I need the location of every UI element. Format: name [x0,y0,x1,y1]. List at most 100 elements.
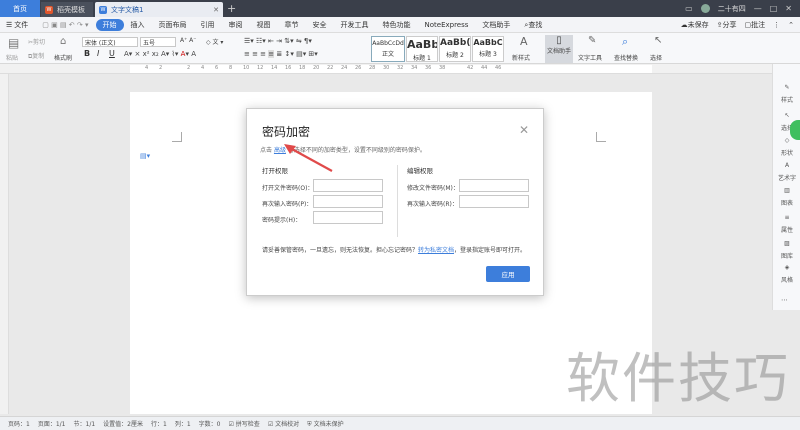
style-heading-2[interactable]: AaBb( 标题 2 [439,36,471,62]
font-name-select[interactable]: 宋体 (正文) [82,37,138,47]
menu-file[interactable]: ☰ 文件 [0,20,35,30]
apply-button[interactable]: 应用 [486,266,530,282]
new-tab-icon[interactable]: + [227,2,236,15]
menu-insert[interactable]: 插入 [124,20,152,30]
ruler-tick-label: 20 [313,65,320,71]
comment-button[interactable]: ▢批注 [745,20,766,30]
sidebar-item-shape[interactable]: ◇ 形状 [773,137,800,157]
ruler-tick-label: 42 [467,65,474,71]
ruler-tick-label: 22 [327,65,334,71]
menu-doc-helper[interactable]: 文档助手 [475,20,517,30]
font-size-value: 五号 [143,39,156,47]
sidebar-item-properties[interactable]: ≡ 属性 [773,214,800,234]
close-tab-icon[interactable]: ✕ [213,6,219,14]
tab-docer-templates[interactable]: W 稻壳模板 [41,2,93,17]
hint-prefix: 点击 [260,147,273,154]
ruler-tick-label: 2 [159,65,163,71]
menu-references[interactable]: 引用 [194,20,222,30]
menu-view[interactable]: 视图 [250,20,278,30]
edit-password-confirm-input[interactable] [459,195,529,208]
share-button[interactable]: ⇪分享 [717,20,737,30]
text-tools-button[interactable]: 文字工具 [578,53,602,62]
sidebar-item-wordart[interactable]: A 艺术字 [773,162,800,182]
assistant-bubble[interactable] [790,120,800,140]
underline-button[interactable]: U [109,49,115,58]
tab-label: 文字文稿1 [111,5,144,14]
cut-button[interactable]: ✂剪切 [28,37,45,46]
page-corner [172,132,182,142]
user-name[interactable]: 二十有四 [718,4,746,14]
minimize-icon[interactable]: — [754,4,762,13]
collapse-icon[interactable]: ⌃ [788,21,794,29]
text-tools-icon[interactable]: ✎ [588,35,596,46]
ruler-tick-label: 6 [215,65,219,71]
open-password-confirm-input[interactable] [313,195,383,208]
menu-chapter[interactable]: 章节 [278,20,306,30]
private-doc-link[interactable]: 转为私密文档 [418,247,454,254]
edit-password-input[interactable] [459,179,529,192]
menu-features[interactable]: 特色功能 [376,20,418,30]
unsaved-label: 未保存 [687,21,709,29]
sidebar-item-chart[interactable]: ▥ 图表 [773,187,800,207]
sidebar-item-styles[interactable]: ✎ 样式 [773,84,800,104]
open-password-input[interactable] [313,179,383,192]
spell-check-button[interactable]: ☑ 拼写检查 [228,419,259,428]
style-heading-3[interactable]: AaBbC 标题 3 [472,36,504,62]
paste-button[interactable]: 粘贴 [6,53,18,62]
menu-noteexpress[interactable]: NoteExpress [418,21,476,29]
text-effects-icons[interactable]: A▾ × x² x₂ A▾ ⌇▾ A▾ A [124,50,196,58]
unsaved-status[interactable]: ☁未保存 [681,20,709,30]
maximize-icon[interactable]: □ [770,4,778,13]
quick-access-icons[interactable]: ▢ ▣ ▤ ↶ ↷ ▾ [35,21,95,29]
clear-format-icon[interactable]: ◇ 文 ▾ [206,37,223,46]
font-grow-icon[interactable]: A⁺ A⁻ [180,37,196,44]
format-painter-icon[interactable]: ⌂ [60,36,66,47]
menu-security[interactable]: 安全 [306,20,334,30]
list-icons[interactable]: ☰▾ ☷▾ ⇤ ⇥ ⇅▾ ⇋ ¶▾ [244,37,312,45]
password-hint-input[interactable] [313,211,383,224]
find-replace-button[interactable]: 查找替换 [614,53,638,62]
wordart-icon: A [784,162,790,169]
avatar[interactable] [700,4,710,13]
format-painter-button[interactable]: 格式刷 [54,53,72,62]
find-replace-icon[interactable]: ⌕ [622,35,628,49]
select-icon[interactable]: ↖ [654,35,662,46]
sidebar-item-gallery[interactable]: ▨ 图库 [773,240,800,260]
sidebar-item-theme[interactable]: ◈ 风格 [773,264,800,284]
sidebar-more-icon[interactable]: ⋯ [781,296,788,304]
align-icons[interactable]: ≡ ≡ ≡ ≡ ≣ ↕▾ ▤▾ ⊞▾ [244,50,318,58]
tab-home[interactable]: 首页 [0,0,40,17]
layout-icon[interactable]: ▭ [685,4,693,13]
proofread-button[interactable]: ☑ 文档校对 [268,419,299,428]
sidebar-label: 样式 [780,97,793,104]
new-style-icon[interactable]: A [520,35,528,48]
more-icon[interactable]: ⋮ [773,21,780,29]
doc-helper-button[interactable]: ▯ 文档助手 [545,35,573,63]
status-word-count[interactable]: 字数：0 [199,419,221,428]
style-heading-1[interactable]: AaBb 标题 1 [406,36,438,62]
font-size-select[interactable]: 五号 [140,37,176,47]
menu-developer[interactable]: 开发工具 [334,20,376,30]
style-normal[interactable]: AaBbCcDd 正文 [371,36,405,62]
select-button[interactable]: 选择 [650,53,662,62]
copy-button[interactable]: ⧉复制 [28,51,44,61]
paragraph-mark-icon[interactable]: ▤▾ [140,152,150,160]
menu-review[interactable]: 审阅 [222,20,250,30]
sidebar-label: 艺术字 [777,175,796,182]
style-name: 标题 1 [413,55,431,62]
menu-search[interactable]: ⌕查找 [517,20,549,30]
close-window-icon[interactable]: ✕ [785,4,792,13]
menu-page-layout[interactable]: 页面布局 [152,20,194,30]
close-icon[interactable]: ✕ [519,123,529,137]
status-page-number: 页码：1 [8,421,30,428]
paste-icon[interactable]: ▤ [8,36,19,50]
doc-helper-icon: ▯ [556,35,562,46]
protection-status[interactable]: ⛨ 文档未保护 [307,419,343,429]
new-style-button[interactable]: 新样式 [512,53,530,62]
tab-document-1[interactable]: W 文字文稿1 ✕ [95,2,223,17]
font-name-value: 宋体 (正文) [85,39,116,47]
menu-home[interactable]: 开始 [95,18,124,31]
italic-button[interactable]: I [97,49,99,58]
bold-button[interactable]: B [84,49,90,58]
docer-icon: W [45,5,53,14]
